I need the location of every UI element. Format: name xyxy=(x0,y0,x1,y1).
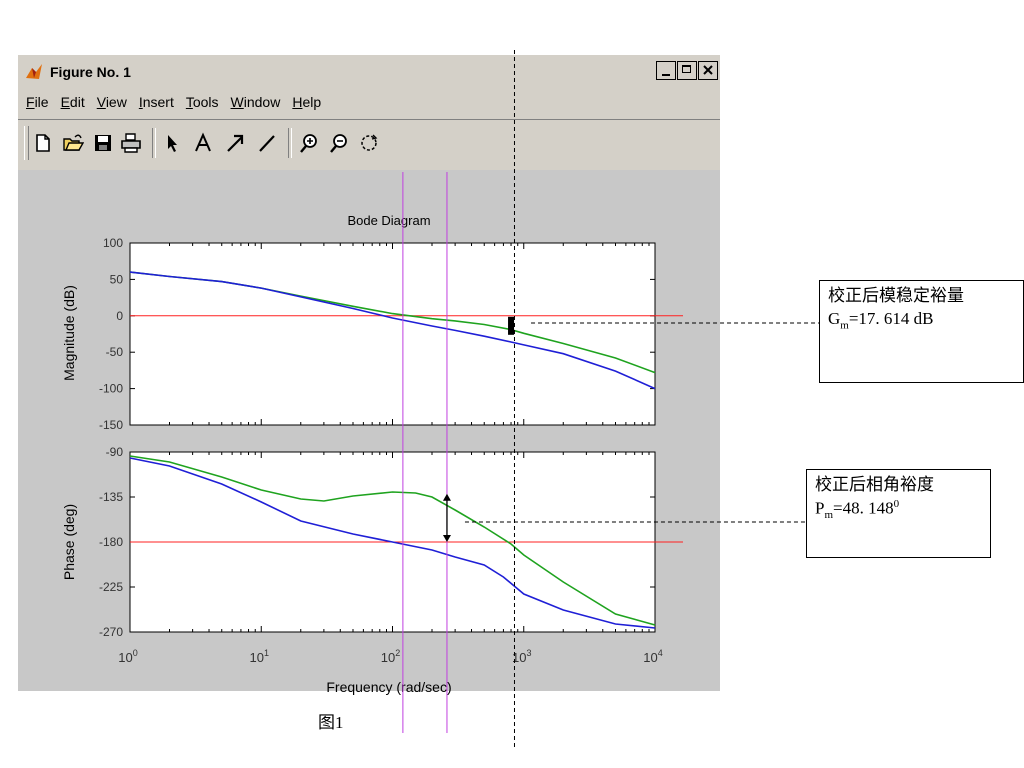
magnitude-ytick-label: 50 xyxy=(110,272,124,286)
magnitude-ytick-label: 100 xyxy=(103,236,123,250)
phase-margin-heading: 校正后相角裕度 xyxy=(815,475,934,494)
phase-ylabel: Phase (deg) xyxy=(61,504,77,580)
phase-ytick-label: -180 xyxy=(99,535,123,549)
phase-ytick-label: -135 xyxy=(99,490,123,504)
x-tick-label: 100 xyxy=(118,648,137,665)
phase-ytick-label: -225 xyxy=(99,580,123,594)
x-tick-label: 102 xyxy=(381,648,400,665)
gain-margin-heading: 校正后模稳定裕量 xyxy=(828,286,964,305)
phase-ytick-label: -270 xyxy=(99,625,123,639)
phase-plot: -90-135-180-225-270100 101 102 103 104 xyxy=(99,445,683,665)
magnitude-ytick-label: -150 xyxy=(99,418,123,432)
gain-margin-annotation: 校正后模稳定裕量 Gm=17. 614 dB xyxy=(819,280,1024,383)
magnitude-ytick-label: -50 xyxy=(106,345,124,359)
phase-ytick-label: -90 xyxy=(106,445,124,459)
gain-margin-value: Gm=17. 614 dB xyxy=(828,308,934,332)
chart-title: Bode Diagram xyxy=(347,213,430,228)
phase-margin-value: Pm=48. 1480 xyxy=(815,497,900,521)
bode-chart: Bode Diagram Magnitude (dB) Phase (deg) … xyxy=(61,50,819,750)
x-tick-label: 104 xyxy=(643,648,662,665)
phase-margin-annotation: 校正后相角裕度 Pm=48. 1480 xyxy=(806,469,991,558)
x-tick-label: 101 xyxy=(250,648,269,665)
magnitude-ytick-label: 0 xyxy=(116,309,123,323)
magnitude-ylabel: Magnitude (dB) xyxy=(61,285,77,381)
magnitude-ytick-label: -100 xyxy=(99,382,123,396)
gain-margin-marker xyxy=(508,316,515,335)
magnitude-axes-box xyxy=(129,242,656,426)
figure-caption: 图1 xyxy=(318,713,344,732)
magnitude-plot: 100 50 0 -50 -100 -150 xyxy=(99,236,683,432)
x-axis-label: Frequency (rad/sec) xyxy=(326,679,451,695)
